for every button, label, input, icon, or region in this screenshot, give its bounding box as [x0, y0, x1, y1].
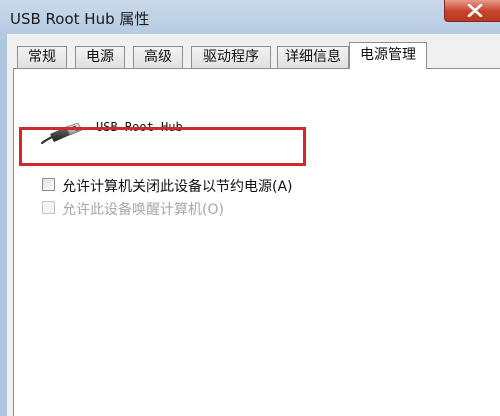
- allow-power-off-label[interactable]: 允许计算机关闭此设备以节约电源(A): [62, 176, 293, 196]
- close-icon: [467, 4, 483, 17]
- tab-driver[interactable]: 驱动程序: [191, 46, 271, 68]
- tab-advanced[interactable]: 高级: [133, 46, 183, 68]
- title-bar[interactable]: USB Root Hub 属性: [0, 0, 500, 34]
- power-management-panel: USB Root Hub 允许计算机关闭此设备以节约电源(A) 允许此设备唤醒计…: [13, 68, 500, 416]
- allow-power-off-checkbox[interactable]: [42, 178, 55, 191]
- tab-power[interactable]: 电源: [75, 46, 125, 68]
- close-button[interactable]: [444, 0, 500, 22]
- allow-wake-label: 允许此设备唤醒计算机(O): [62, 202, 224, 218]
- properties-window: USB Root Hub 属性 常规 电源 高级 驱动程序 详细信息 电源管理: [0, 0, 500, 416]
- allow-wake-checkbox: [42, 201, 55, 214]
- tab-power-management[interactable]: 电源管理: [349, 42, 427, 69]
- tab-details[interactable]: 详细信息: [277, 46, 349, 68]
- window-title: USB Root Hub 属性: [10, 10, 150, 28]
- dialog-client-area: 常规 电源 高级 驱动程序 详细信息 电源管理 USB Root Hub 允许计…: [7, 34, 500, 416]
- tab-general[interactable]: 常规: [17, 46, 67, 68]
- highlight-annotation-box: [19, 127, 306, 166]
